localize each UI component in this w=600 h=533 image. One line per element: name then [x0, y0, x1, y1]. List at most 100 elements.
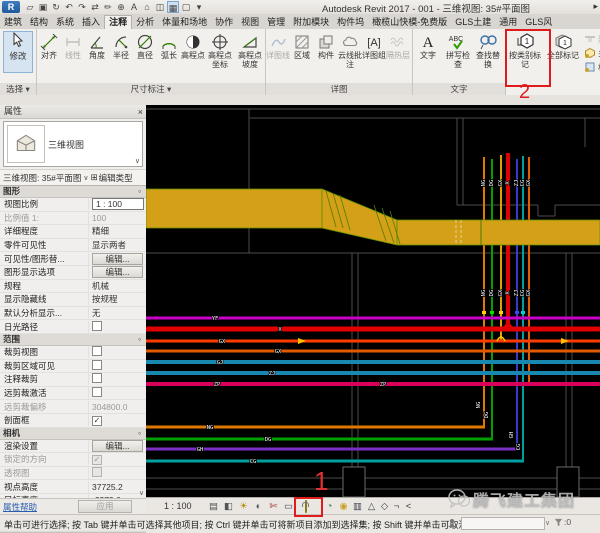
chevron-down-icon[interactable]: ∨: [83, 174, 88, 182]
property-value[interactable]: 编辑...: [89, 440, 146, 452]
edit-button[interactable]: 编辑...: [92, 440, 143, 452]
duct-lower-run[interactable]: [397, 220, 600, 245]
tool-拼写检查[interactable]: ABC拼写检查: [443, 30, 473, 69]
sync-with-central-icon[interactable]: ↻: [50, 1, 62, 13]
save-icon[interactable]: ▣: [37, 1, 49, 13]
tab-管理[interactable]: 管理: [263, 15, 289, 29]
property-value[interactable]: [89, 346, 146, 358]
apply-button[interactable]: 应用: [78, 500, 132, 513]
tab-协作[interactable]: 协作: [211, 15, 237, 29]
tool-角度[interactable]: 角度: [85, 30, 109, 61]
tab-系统[interactable]: 系统: [52, 15, 78, 29]
section-图形[interactable]: 图形∘: [0, 186, 146, 198]
type-selector[interactable]: 三维视图: [3, 121, 143, 167]
section-相机[interactable]: 相机∘: [0, 428, 146, 440]
title-scroll-arrow[interactable]: ▸: [593, 1, 598, 12]
tool-区域[interactable]: 区域: [290, 30, 314, 61]
visual-style-icon[interactable]: ◧: [222, 500, 235, 513]
property-value[interactable]: [89, 321, 146, 333]
revit-app-menu-icon[interactable]: R: [2, 1, 20, 13]
modify-button[interactable]: 修改: [3, 31, 33, 73]
tag-icon[interactable]: ⊕: [115, 1, 127, 13]
undo-icon[interactable]: ↶: [63, 1, 75, 13]
section-pin-icon[interactable]: ∘: [137, 186, 142, 197]
worksets-icon[interactable]: [447, 518, 457, 528]
tool-材质标记[interactable]: 材质标记: [584, 61, 600, 73]
property-value[interactable]: ✓: [89, 415, 146, 426]
open-icon[interactable]: ▱: [24, 1, 36, 13]
tab-视图[interactable]: 视图: [237, 15, 263, 29]
tool-多类别[interactable]: 多类别: [584, 47, 600, 59]
value-input[interactable]: 1 : 100: [92, 198, 144, 210]
active-workset-box[interactable]: [461, 517, 545, 530]
properties-header[interactable]: 属性 ×: [0, 105, 146, 119]
tool-高程点坡度[interactable]: 高程点坡度: [235, 30, 265, 69]
view-instance-row[interactable]: 三维视图: 35#平面图 ∨ ⊞ 编辑类型: [0, 169, 146, 186]
tool-高程点[interactable]: 高程点: [181, 30, 205, 61]
view-scale-button[interactable]: 1 : 100: [164, 501, 192, 511]
customize-icon[interactable]: ▾: [193, 1, 205, 13]
redo-icon[interactable]: ↷: [76, 1, 88, 13]
property-value[interactable]: 无: [89, 307, 146, 319]
tab-通用[interactable]: 通用: [495, 15, 521, 29]
detail-level-icon[interactable]: ▤: [207, 500, 220, 513]
text-icon[interactable]: A: [128, 1, 140, 13]
checkbox[interactable]: [92, 373, 102, 383]
property-value[interactable]: 编辑...: [89, 266, 146, 278]
property-value[interactable]: 按规程: [89, 293, 146, 305]
panel-label-detail[interactable]: 详图: [266, 83, 412, 95]
reveal-hidden-elements-icon[interactable]: ◉: [337, 500, 350, 513]
edit-button[interactable]: 编辑...: [92, 266, 143, 278]
tab-GLS土建[interactable]: GLS土建: [451, 15, 495, 29]
tab-注释[interactable]: 注释: [104, 15, 132, 29]
temporary-hide-isolate-icon[interactable]: ◔: [323, 500, 336, 513]
tab-GLS风[interactable]: GLS风: [521, 15, 556, 29]
property-value[interactable]: 编辑...: [89, 253, 146, 265]
property-value[interactable]: [89, 387, 146, 399]
section-icon[interactable]: ◫: [154, 1, 166, 13]
property-value[interactable]: [89, 373, 146, 385]
tool-构件[interactable]: 构件: [314, 30, 338, 61]
edit-type-button[interactable]: ⊞ 编辑类型: [91, 172, 133, 184]
tab-橄榄山快模-免费版[interactable]: 橄榄山快模-免费版: [368, 15, 451, 29]
section-pin-icon[interactable]: ∘: [137, 334, 142, 345]
duct-upper-run[interactable]: [146, 189, 322, 228]
section-范围[interactable]: 范围∘: [0, 334, 146, 346]
tool-高程点坐标[interactable]: 高程点坐标: [205, 30, 235, 69]
thin-lines-icon[interactable]: ▦: [167, 1, 179, 13]
tab-附加模块[interactable]: 附加模块: [289, 15, 333, 29]
checkbox[interactable]: [92, 387, 102, 397]
section-pin-icon[interactable]: ∘: [137, 428, 142, 439]
checkbox[interactable]: [92, 346, 102, 356]
tab-插入[interactable]: 插入: [78, 15, 104, 29]
checkbox[interactable]: [92, 360, 102, 370]
property-value[interactable]: [89, 360, 146, 372]
aligned-dimension-icon[interactable]: ✏: [102, 1, 114, 13]
edit-button[interactable]: 编辑...: [92, 253, 143, 265]
tab-构件坞[interactable]: 构件坞: [333, 15, 368, 29]
tab-体量和场地[interactable]: 体量和场地: [158, 15, 211, 29]
tool-对齐[interactable]: 对齐: [37, 30, 61, 61]
shadows-icon[interactable]: ◐: [252, 500, 265, 513]
tab-分析[interactable]: 分析: [132, 15, 158, 29]
property-value[interactable]: 37725.2: [89, 482, 146, 492]
tab-结构[interactable]: 结构: [26, 15, 52, 29]
property-value[interactable]: 1 : 100: [89, 198, 146, 210]
chevron-down-icon[interactable]: ∨: [135, 157, 140, 165]
tool-云线批注[interactable]: 云线批注: [338, 30, 362, 69]
selection-filter[interactable]: :0: [554, 517, 571, 527]
close-icon[interactable]: ×: [138, 106, 143, 119]
drawing-canvas[interactable]: YFXGXGXGJZJZPZPNGDGGHCGNGDGGXXZJCGGXNGDG…: [146, 105, 600, 497]
tool-查找替换[interactable]: 查找替换: [473, 30, 503, 69]
panel-label-text[interactable]: 文字: [413, 83, 505, 95]
switch-windows-icon[interactable]: ▢: [180, 1, 192, 13]
tool-详图组[interactable]: [A]详图组: [362, 30, 386, 61]
hide-analytical-model-icon[interactable]: △: [365, 500, 378, 513]
tool-文字[interactable]: A文字: [413, 30, 443, 61]
tool-半径[interactable]: 半径: [109, 30, 133, 61]
default-3d-view-icon[interactable]: ⌂: [141, 1, 153, 13]
sun-path-icon[interactable]: ☀: [237, 500, 250, 513]
column[interactable]: [343, 467, 365, 497]
measure-icon[interactable]: ⇄: [89, 1, 101, 13]
properties-help-link[interactable]: 属性帮助: [3, 501, 37, 513]
